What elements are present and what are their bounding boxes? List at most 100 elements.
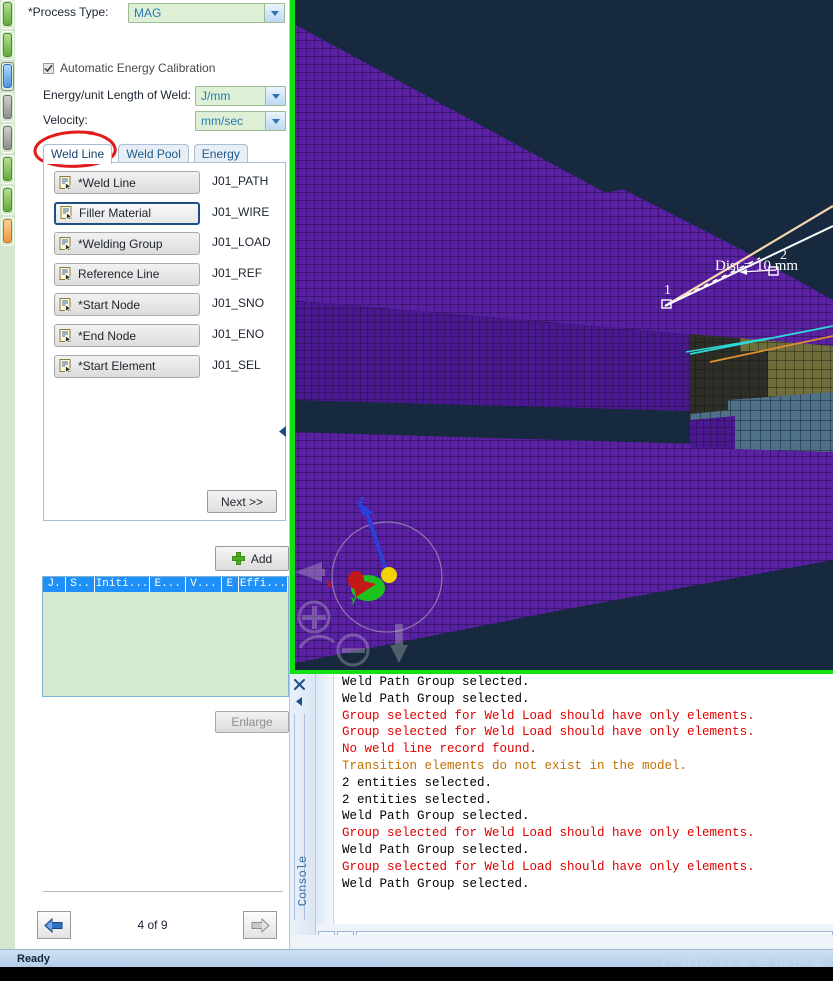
tab-energy[interactable]: Energy — [194, 144, 248, 163]
chevron-down-icon[interactable] — [264, 4, 284, 22]
enlarge-button[interactable]: Enlarge — [215, 711, 289, 733]
select-button-j01_path[interactable]: *Weld Line — [54, 171, 200, 194]
velocity-value: mm/sec — [196, 114, 243, 128]
select-button-label: *End Node — [78, 329, 136, 343]
module-button-5[interactable] — [1, 124, 14, 153]
select-button-j01_sno[interactable]: *Start Node — [54, 293, 200, 316]
entity-name-j01_wire: J01_WIRE — [212, 205, 269, 219]
velocity-label-row: Velocity: — [43, 113, 88, 127]
tab-label: Weld Pool — [126, 147, 180, 161]
select-button-j01_ref[interactable]: Reference Line — [54, 263, 200, 286]
entity-name-j01_load: J01_LOAD — [212, 235, 271, 249]
table-header-cell[interactable]: S.. — [66, 577, 95, 592]
table-header-cell[interactable]: E... — [150, 577, 186, 592]
tab-label: Weld Line — [51, 147, 104, 161]
console-line: No weld line record found. — [334, 741, 833, 758]
console-line: Weld Path Group selected. — [334, 691, 833, 708]
console-tab-strip[interactable] — [316, 674, 334, 924]
select-button-j01_wire[interactable]: Filler Material — [54, 202, 200, 225]
velocity-dropdown[interactable]: mm/sec — [195, 111, 286, 131]
module-button-glyph — [3, 126, 12, 150]
energy-unit-dropdown[interactable]: J/mm — [195, 86, 286, 106]
chevron-down-icon[interactable] — [265, 112, 285, 130]
console-line: Weld Path Group selected. — [334, 674, 833, 691]
weld-parameters-table[interactable]: J.S..Initi...E...V...EEffi... — [42, 576, 289, 697]
select-button-label: *Weld Line — [78, 176, 136, 190]
table-body[interactable] — [43, 592, 288, 696]
select-button-label: *Welding Group — [78, 237, 163, 251]
console-line: 2 entities selected. — [334, 792, 833, 809]
node-label-2: 2 — [780, 248, 787, 264]
table-header-cell[interactable]: V... — [186, 577, 222, 592]
status-bar: Ready CSDN @家有琦琦果 — [0, 949, 833, 967]
module-button-glyph — [3, 2, 12, 26]
status-text: Ready — [17, 953, 50, 965]
auto-energy-calibration-row[interactable]: Automatic Energy Calibration — [43, 61, 215, 75]
module-button-strip — [0, 0, 16, 955]
select-button-j01_load[interactable]: *Welding Group — [54, 232, 200, 255]
table-header-row: J.S..Initi...E...V...EEffi... — [43, 577, 288, 592]
table-header-cell[interactable]: J. — [43, 577, 66, 592]
entity-name-j01_ref: J01_REF — [212, 266, 262, 280]
chevron-down-icon[interactable] — [265, 87, 285, 105]
select-entity-icon — [59, 176, 73, 190]
picker-row: *Start NodeJ01_SNO — [54, 293, 277, 316]
module-button-glyph — [3, 188, 12, 212]
node-label-1: 1 — [664, 283, 671, 299]
axis-label-y: y — [351, 594, 356, 604]
add-button[interactable]: Add — [215, 546, 289, 571]
close-icon[interactable] — [294, 679, 305, 690]
module-button-6[interactable] — [1, 155, 14, 184]
console-line: 2 entities selected. — [334, 775, 833, 792]
console-tab-label[interactable]: Console — [296, 846, 310, 916]
module-button-7[interactable] — [1, 186, 14, 215]
module-button-3[interactable] — [1, 62, 14, 91]
console-line: Group selected for Weld Load should have… — [334, 708, 833, 725]
table-header-cell[interactable]: E — [222, 577, 239, 592]
console-line: Weld Path Group selected. — [334, 808, 833, 825]
select-entity-icon — [59, 298, 73, 312]
table-header-cell[interactable]: Initi... — [95, 577, 150, 592]
select-entity-icon — [59, 329, 73, 343]
weld-tab-bar: Weld Line Weld Pool Energy — [43, 144, 286, 163]
tab-weld-line[interactable]: Weld Line — [43, 144, 112, 164]
console-line: Transition elements do not exist in the … — [334, 758, 833, 775]
select-button-j01_sel[interactable]: *Start Element — [54, 355, 200, 378]
picker-row: Reference Line J01_REF — [54, 263, 277, 286]
tab-label: Energy — [202, 147, 240, 161]
select-entity-icon — [59, 267, 73, 281]
module-button-glyph — [3, 219, 12, 243]
process-type-dropdown[interactable]: MAG — [128, 3, 285, 23]
3d-model-viewport[interactable]: z x y Dist = 10 mm 1 2 — [290, 0, 833, 674]
auto-energy-calibration-checkbox[interactable] — [43, 63, 54, 74]
next-button[interactable]: Next >> — [207, 490, 277, 513]
module-button-glyph — [3, 64, 12, 88]
entity-name-j01_eno: J01_ENO — [212, 327, 264, 341]
process-type-label-row: *Process Type: — [28, 5, 108, 19]
console-line: Weld Path Group selected. — [334, 876, 833, 893]
panel-collapse-button[interactable] — [277, 424, 289, 438]
picker-row: *End Node J01_ENO — [54, 324, 277, 347]
console-line: Group selected for Weld Load should have… — [334, 724, 833, 741]
module-button-1[interactable] — [1, 0, 14, 29]
energy-unit-label: Energy/unit Length of Weld: — [43, 88, 191, 102]
console-output[interactable]: Weld Path Group selected.Weld Path Group… — [334, 674, 833, 924]
page-indicator: 4 of 9 — [15, 918, 290, 932]
console-line: Group selected for Weld Load should have… — [334, 859, 833, 876]
entity-name-j01_path: J01_PATH — [212, 174, 268, 188]
picker-row: Filler Material J01_WIRE — [54, 202, 277, 225]
select-button-j01_eno[interactable]: *End Node — [54, 324, 200, 347]
module-button-2[interactable] — [1, 31, 14, 60]
table-header-cell[interactable]: Effi... — [239, 577, 288, 592]
velocity-label: Velocity: — [43, 113, 88, 127]
module-button-8[interactable] — [1, 217, 14, 246]
collapse-left-icon[interactable] — [294, 696, 305, 707]
add-button-label: Add — [251, 552, 272, 566]
select-entity-icon — [59, 237, 73, 251]
module-button-glyph — [3, 95, 12, 119]
bottom-black-bar — [0, 967, 833, 981]
tab-weld-pool[interactable]: Weld Pool — [118, 144, 188, 163]
select-button-label: Reference Line — [78, 267, 159, 281]
application-window: *Process Type: MAG Automatic Energy Cali… — [0, 0, 833, 981]
module-button-4[interactable] — [1, 93, 14, 122]
